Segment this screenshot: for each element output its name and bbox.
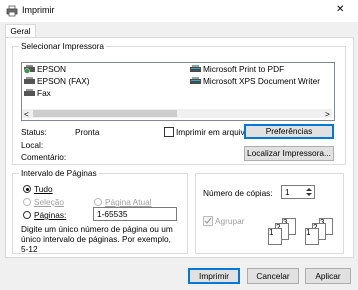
- current-page-radio[interactable]: [94, 198, 102, 206]
- collate-pages-icon: 3 2 1: [268, 218, 296, 245]
- collate-pages-icon: 3 2 1: [305, 218, 333, 245]
- printer-default-icon: [24, 65, 35, 74]
- page-number: 1: [306, 228, 311, 237]
- apply-button[interactable]: Aplicar: [305, 268, 351, 284]
- pages-input[interactable]: 1-65535: [93, 207, 177, 221]
- printer-icon: [190, 65, 201, 73]
- select-printer-legend: Selecionar Impressora: [21, 41, 105, 51]
- comment-label: Comentário:: [21, 152, 67, 162]
- printer-item-epson-fax[interactable]: EPSON (FAX): [24, 76, 90, 86]
- printer-name: EPSON: [37, 64, 67, 74]
- tab-general[interactable]: Geral: [5, 24, 36, 38]
- print-to-file-label: Imprimir em arquivo: [176, 127, 250, 137]
- cancel-button[interactable]: Cancelar: [247, 268, 299, 284]
- status-label: Status:: [21, 127, 47, 137]
- window-title: Imprimir: [22, 5, 55, 15]
- current-page-label: Página Atual: [105, 197, 152, 207]
- page-number: 1: [269, 228, 274, 237]
- printer-item-pdf[interactable]: Microsoft Print to PDF: [190, 64, 284, 74]
- close-icon[interactable]: ✕: [336, 4, 344, 15]
- pages-radio[interactable]: [23, 211, 31, 219]
- print-to-file-checkbox[interactable]: [164, 127, 174, 137]
- collate-checkbox[interactable]: [203, 216, 213, 226]
- all-pages-radio[interactable]: [23, 185, 31, 193]
- collate-label: Agrupar: [215, 216, 245, 226]
- scrollbar-thumb[interactable]: [33, 110, 177, 117]
- printer-name: EPSON (FAX): [37, 76, 90, 86]
- status-value: Pronta: [75, 127, 100, 137]
- printer-name: Microsoft Print to PDF: [203, 64, 285, 74]
- copies-label: Número de cópias:: [203, 188, 273, 198]
- selection-label: Seleção: [34, 197, 64, 207]
- printer-item-epson[interactable]: EPSON: [24, 64, 66, 74]
- printer-icon: [190, 77, 201, 85]
- title-bar: Imprimir ✕: [0, 0, 358, 22]
- pages-label: Páginas:: [34, 210, 67, 220]
- scroll-right-icon[interactable]: >: [325, 109, 330, 119]
- all-pages-label: Tudo: [34, 184, 53, 194]
- printer-name: Microsoft XPS Document Writer: [203, 76, 320, 86]
- printer-item-xps[interactable]: Microsoft XPS Document Writer: [190, 76, 320, 86]
- location-label: Local:: [21, 140, 44, 150]
- copies-spinner[interactable]: [304, 186, 314, 198]
- selection-radio[interactable]: [23, 198, 31, 206]
- fax-icon: [24, 77, 35, 85]
- printer-icon: [6, 5, 18, 17]
- fax-icon: [24, 89, 35, 97]
- page-range-hint: Digite um único número de página ou um ú…: [21, 224, 173, 254]
- printer-name: Fax: [37, 88, 51, 98]
- scroll-left-icon[interactable]: <: [24, 109, 29, 119]
- find-printer-button[interactable]: Localizar Impressora...: [244, 146, 334, 161]
- preferences-button[interactable]: Preferências: [244, 124, 334, 139]
- page-range-legend: Intervalo de Páginas: [21, 168, 97, 178]
- print-button[interactable]: Imprimir: [188, 268, 240, 284]
- printer-item-fax[interactable]: Fax: [24, 88, 51, 98]
